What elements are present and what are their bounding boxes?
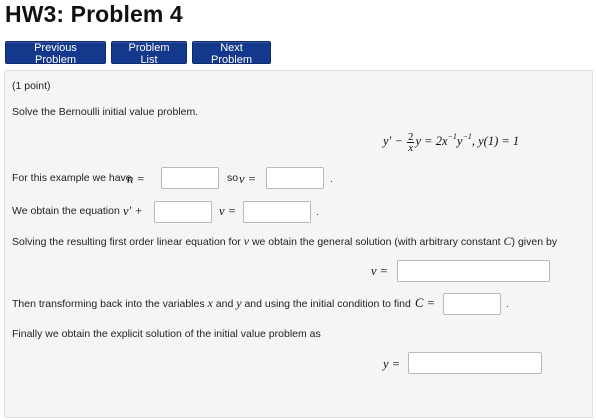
vprime-label: v′ +	[123, 204, 143, 218]
line2-prefix: We obtain the equation	[12, 205, 120, 217]
initial-condition: , y(1) = 1	[471, 134, 520, 148]
fraction-denominator: x	[408, 141, 414, 154]
line1-period: .	[330, 174, 333, 185]
next-problem-button[interactable]: Next Problem	[192, 41, 271, 66]
line3-mid: we obtain the general solution (with arb…	[249, 236, 504, 248]
line3-text: Solving the resulting first order linear…	[12, 235, 557, 249]
rhs-input[interactable]	[243, 201, 311, 223]
equation-lhs-rest: y = 2x	[415, 134, 448, 148]
problem-nav: Previous Problem Problem List Next Probl…	[5, 41, 271, 66]
line3-end: ) given by	[511, 236, 558, 248]
problem-panel: (1 point) Solve the Bernoulli initial va…	[4, 70, 593, 418]
line4-text: Then transforming back into the variable…	[12, 297, 411, 311]
line1-prefix: For this example we have	[12, 172, 132, 184]
c-input[interactable]	[443, 293, 501, 315]
explicit-solution-label: y =	[383, 357, 401, 371]
problem-list-button[interactable]: Problem List	[111, 41, 187, 66]
fraction-numerator: 2	[406, 130, 415, 143]
equation-exponent-1: −1	[447, 132, 457, 141]
points-label: (1 point)	[12, 80, 51, 92]
general-solution-label: v =	[371, 264, 389, 278]
line4-end: and using the initial condition to find	[241, 298, 411, 310]
line2-period: .	[316, 207, 319, 218]
coefficient-input[interactable]	[154, 201, 212, 223]
n-input[interactable]	[161, 167, 219, 189]
c-label: C =	[415, 296, 435, 310]
line4-start: Then transforming back into the variable…	[12, 298, 208, 310]
v-input[interactable]	[266, 167, 324, 189]
page-title: HW3: Problem 4	[5, 1, 183, 27]
equation-exponent-2: −1	[462, 132, 472, 141]
equation-fraction: 2x	[406, 130, 415, 154]
v-label: v =	[239, 172, 257, 186]
n-label: n =	[127, 172, 145, 186]
line4-and: and	[212, 298, 237, 310]
line3-start: Solving the resulting first order linear…	[12, 236, 244, 248]
previous-problem-button[interactable]: Previous Problem	[5, 41, 106, 66]
bernoulli-equation: y′ − 2xy = 2x−1y−1, y(1) = 1	[383, 130, 519, 153]
explicit-solution-input[interactable]	[408, 352, 542, 374]
so-text: so	[227, 172, 239, 184]
line3-const: C	[503, 234, 512, 248]
v-equals-label: v =	[219, 204, 237, 218]
line5-text: Finally we obtain the explicit solution …	[12, 328, 321, 340]
line4-period: .	[506, 299, 509, 310]
problem-prompt: Solve the Bernoulli initial value proble…	[12, 106, 199, 118]
equation-lhs-start: y′ −	[383, 134, 406, 148]
general-solution-input[interactable]	[397, 260, 550, 282]
